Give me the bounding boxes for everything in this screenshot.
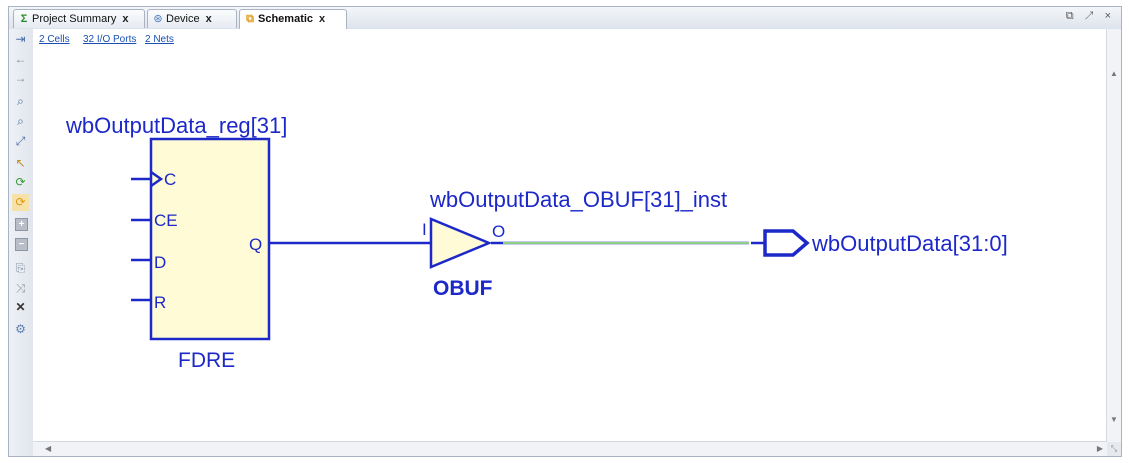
tab-strip: Σ Project Summary x ⊛ Device x ⧉ Schematic x ⧉… [9,7,1121,30]
forward-arrow-icon[interactable]: → [12,70,29,87]
vertical-scrollbar[interactable]: ▲ ▼ [1106,29,1121,442]
tab-label: Schematic [258,13,314,25]
tab-project-summary[interactable]: Σ Project Summary x [13,9,145,28]
obuf-cell-type: OBUF [433,277,493,300]
tab-schematic[interactable]: ⧉ Schematic x [239,9,347,29]
tab-label: Device [166,13,200,25]
device-icon: ⊛ [153,13,163,25]
output-port-symbol[interactable] [763,229,810,257]
obuf-instance-name[interactable]: wbOutputData_OBUF[31]_inst [429,187,727,212]
horizontal-scrollbar[interactable]: ◀ ▶ [33,441,1107,456]
sigma-icon: Σ [20,13,28,25]
delete-icon[interactable]: ✕ [12,299,29,316]
zoom-in-icon[interactable]: ⌕ [12,93,29,110]
schematic-canvas[interactable]: wbOutputData_reg[31] C CE D R Q FDRE wbO… [33,57,1107,442]
nets-link[interactable]: 2 Nets [145,34,174,45]
obuf-pin-i-label: I [422,220,427,239]
info-bar: 2 Cells 32 I/O Ports 2 Nets [33,29,1107,58]
collapse-all-icon[interactable]: − [15,238,28,251]
schematic-icon: ⧉ [246,13,254,25]
output-port-name[interactable]: wbOutputData[31:0] [811,231,1008,256]
pin-d-label: D [154,253,166,272]
expand-icon[interactable]: + [15,218,28,231]
select-icon[interactable]: ↖ [12,155,29,172]
back-arrow-icon[interactable]: ← [12,51,29,68]
obuf-pin-o-label: O [492,222,505,241]
close-icon[interactable]: x [319,10,325,28]
cells-link[interactable]: 2 Cells [39,34,70,45]
copy-icon[interactable]: ⎘ [12,260,29,277]
settings-gear-icon[interactable]: ⚙ [12,321,29,338]
scroll-down-icon[interactable]: ▼ [1110,415,1118,424]
schematic-drawing: wbOutputData_reg[31] C CE D R Q FDRE wbO… [65,113,1008,372]
zoom-out-icon[interactable]: ⌕ [12,113,29,130]
route-icon[interactable]: ⤨ [12,280,29,297]
window-controls[interactable]: ⧉ ↗ × [1066,10,1115,23]
pin-r-label: R [154,293,166,312]
pin-q-label: Q [249,235,262,254]
register-instance-name[interactable]: wbOutputData_reg[31] [65,113,287,138]
close-icon[interactable]: x [206,10,212,28]
scroll-left-icon[interactable]: ◀ [45,444,51,453]
scroll-up-icon[interactable]: ▲ [1110,69,1118,78]
schematic-toolbar: ⇥ ← → ⌕ ⌕ ⤢ ↖ ⟳ ⟳ + − ⎘ ⤨ ✕ ⚙ [9,29,34,456]
refresh-icon[interactable]: ⟳ [12,174,29,191]
regenerate-icon[interactable]: ⟳ [12,194,29,211]
tab-label: Project Summary [32,13,117,25]
collapse-icon[interactable]: ⇥ [12,31,29,48]
scroll-right-icon[interactable]: ▶ [1097,444,1103,453]
ports-link[interactable]: 32 I/O Ports [83,34,136,45]
tab-device[interactable]: ⊛ Device x [147,9,237,28]
schematic-panel: Σ Project Summary x ⊛ Device x ⧉ Schematic x ⧉… [8,6,1122,457]
pin-c-label: C [164,170,176,189]
resize-corner-icon[interactable]: ⤡ [1107,442,1121,456]
register-cell-type: FDRE [178,349,235,372]
obuf-symbol[interactable] [429,217,493,269]
zoom-fit-icon[interactable]: ⤢ [12,133,29,150]
pin-ce-label: CE [154,211,178,230]
close-icon[interactable]: x [122,10,128,28]
